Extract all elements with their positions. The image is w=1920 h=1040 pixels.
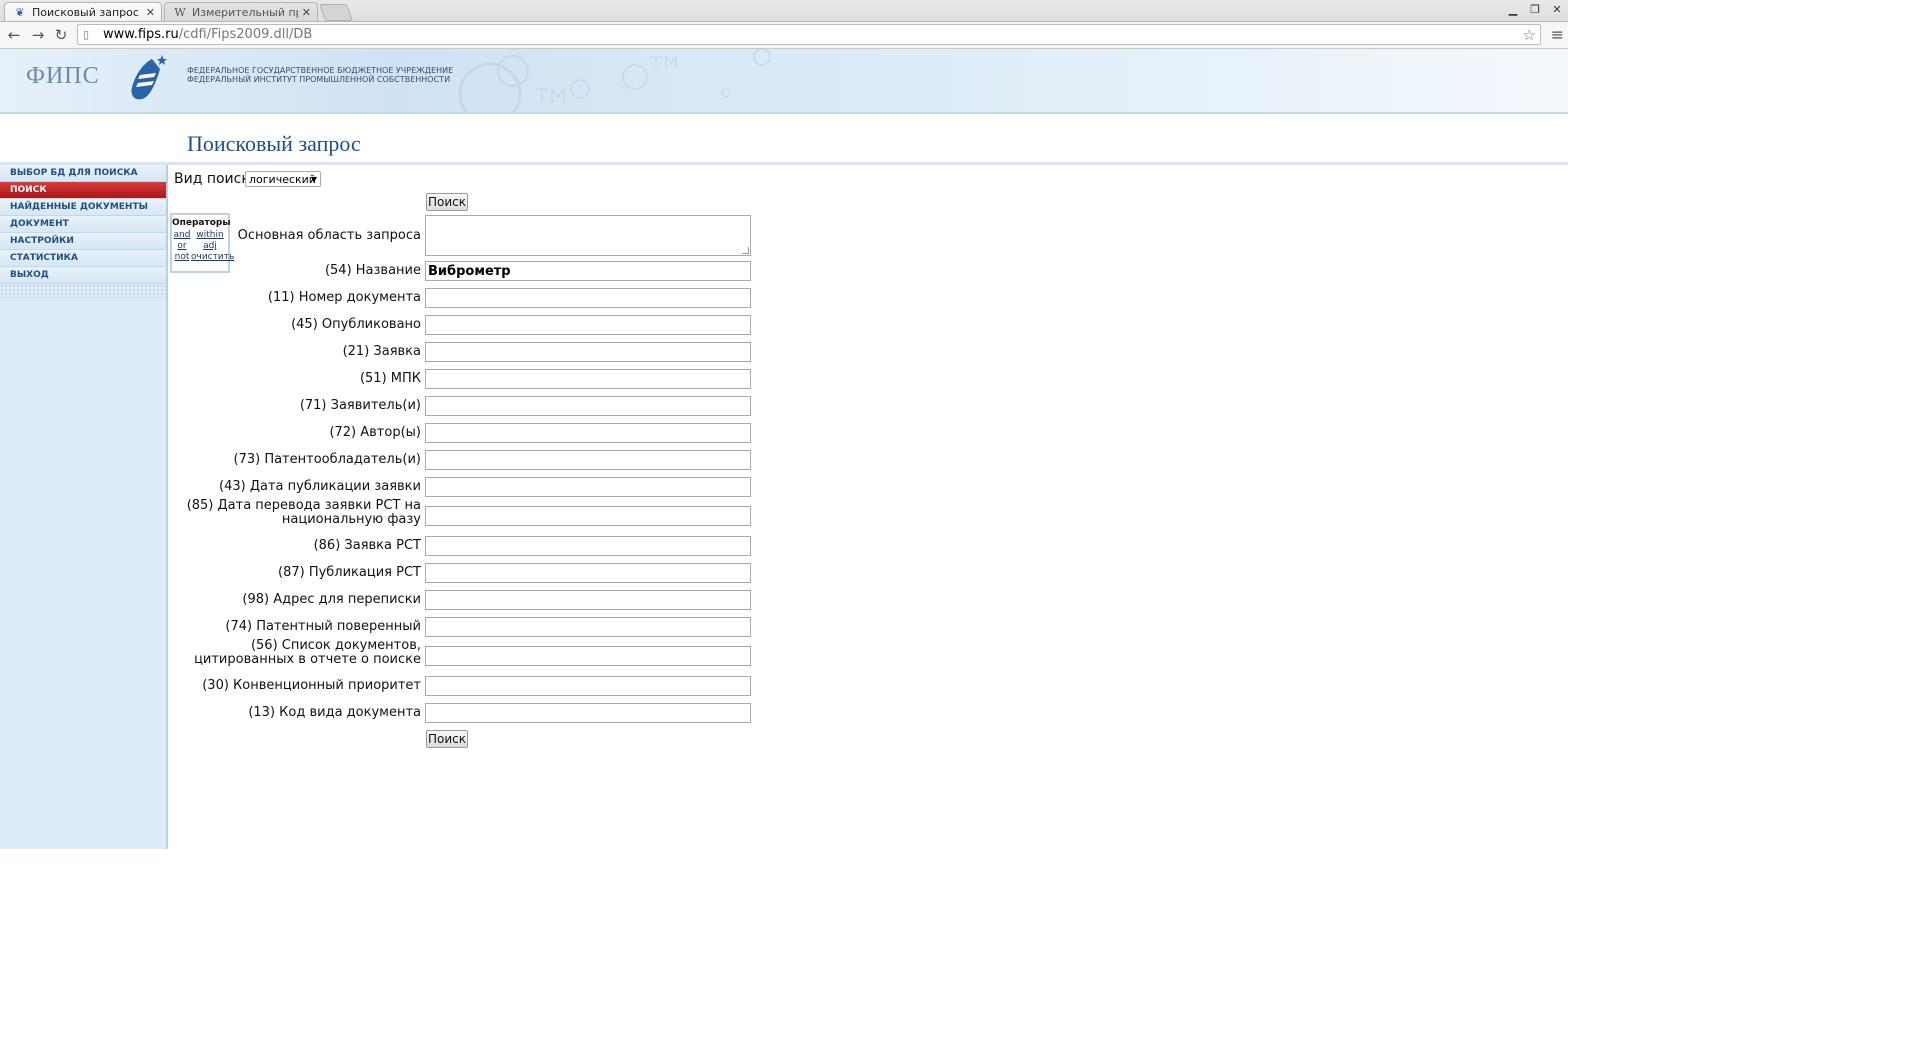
browser-toolbar: ← → ↻ ▯ www.fips.ru /cdfi/Fips2009.dll/D…	[0, 22, 1568, 49]
field-label-patent-owner: (73) Патентообладатель(и)	[233, 452, 422, 467]
page-icon: ▯	[83, 28, 90, 41]
field-label-pct-publication: (87) Публикация PCT	[278, 565, 421, 580]
url-path: /cdfi/Fips2009.dll/DB	[178, 27, 313, 42]
field-input-app-pub-date[interactable]	[425, 477, 751, 497]
dropdown-arrow-icon: ▼	[310, 174, 317, 184]
field-input-pct-application[interactable]	[425, 536, 751, 556]
search-type-select[interactable]: логический ▼	[245, 171, 321, 187]
field-input-convention-priority[interactable]	[425, 676, 751, 696]
tab-title: Измерительный прибор	[192, 5, 298, 19]
field-label-name: (54) Название	[324, 263, 421, 278]
field-label-doc-kind-code: (13) Код вида документа	[248, 705, 421, 720]
sidebar-item-statistics[interactable]: СТАТИСТИКА	[0, 250, 166, 267]
field-label-doc-number: (11) Номер документа	[267, 290, 421, 305]
field-label-application: (21) Заявка	[342, 344, 421, 359]
page-title-bar: Поисковый запрос	[0, 114, 1568, 165]
operator-not[interactable]: not	[173, 252, 191, 262]
field-input-pct-publication[interactable]	[425, 563, 751, 583]
url-host: www.fips.ru	[103, 27, 179, 42]
field-input-name[interactable]: Виброметр	[425, 261, 751, 281]
org-line-1: ФЕДЕРАЛЬНОЕ ГОСУДАРСТВЕННОЕ БЮДЖЕТНОЕ УЧ…	[187, 66, 454, 75]
tab-close-icon[interactable]: ✕	[302, 6, 311, 19]
reload-icon[interactable]: ↻	[51, 25, 71, 45]
org-line-2: ФЕДЕРАЛЬНЫЙ ИНСТИТУТ ПРОМЫШЛЕННОЙ СОБСТВ…	[187, 75, 451, 84]
forward-arrow-icon[interactable]: →	[28, 25, 48, 45]
fips-logo-text: ФИПС	[26, 63, 100, 89]
sidebar-item-select-db[interactable]: ВЫБОР БД ДЛЯ ПОИСКА	[0, 165, 166, 182]
field-label-pct-application: (86) Заявка PCT	[313, 538, 421, 553]
field-input-patent-owner[interactable]	[425, 450, 751, 470]
sidebar-nav: ВЫБОР БД ДЛЯ ПОИСКА ПОИСК НАЙДЕННЫЕ ДОКУ…	[0, 165, 168, 849]
field-input-correspondence-address[interactable]	[425, 590, 751, 610]
field-input-doc-number[interactable]	[425, 288, 751, 308]
field-input-application[interactable]	[425, 342, 751, 362]
field-input-published[interactable]	[425, 315, 751, 335]
sidebar-item-document[interactable]: ДОКУМЕНТ	[0, 216, 166, 233]
sidebar-decoration	[0, 284, 166, 298]
browser-tab-bar: ❦ Поисковый запрос ✕ W Измерительный при…	[0, 0, 1568, 22]
close-window-icon[interactable]: ✕	[1546, 0, 1568, 18]
sidebar-item-found-documents[interactable]: НАЙДЕННЫЕ ДОКУМЕНТЫ	[0, 199, 166, 216]
field-label-pct-national-phase-date: (85) Дата перевода заявки PCT на национа…	[186, 498, 421, 527]
minimize-icon[interactable]: ▁	[1502, 0, 1524, 18]
field-label-ipc: (51) МПК	[359, 371, 421, 386]
search-button-top[interactable]: Поиск	[426, 193, 468, 211]
sidebar-item-settings[interactable]: НАСТРОЙКИ	[0, 233, 166, 250]
back-arrow-icon[interactable]: ←	[4, 25, 24, 45]
operator-clear[interactable]: очистить	[191, 252, 234, 262]
field-input-doc-kind-code[interactable]	[425, 703, 751, 723]
field-input-cited-documents[interactable]	[425, 646, 751, 666]
field-label-author: (72) Автор(ы)	[329, 425, 421, 440]
operators-title: Операторы	[172, 218, 231, 228]
tab-title: Поисковый запрос	[32, 5, 139, 19]
restore-icon[interactable]: ❐	[1524, 0, 1546, 18]
field-input-applicant[interactable]	[425, 396, 751, 416]
tab-wikipedia[interactable]: W Измерительный прибор ✕	[164, 2, 318, 21]
fips-logo-icon	[131, 55, 167, 100]
tab-close-icon[interactable]: ✕	[146, 6, 155, 19]
field-input-author[interactable]	[425, 423, 751, 443]
field-label-applicant: (71) Заявитель(и)	[299, 398, 421, 413]
site-banner: ФИПС ФЕДЕРАЛЬНОЕ ГОСУДАРСТВЕННОЕ БЮДЖЕТН…	[0, 49, 1568, 114]
field-input-patent-attorney[interactable]	[425, 617, 751, 637]
new-tab-button[interactable]	[318, 4, 354, 21]
tab-search-query[interactable]: ❦ Поисковый запрос ✕	[4, 2, 162, 21]
wikipedia-favicon-icon: W	[174, 5, 186, 19]
main-area-label: Основная область запроса	[237, 228, 421, 243]
fips-favicon-icon: ❦	[15, 5, 25, 19]
field-label-convention-priority: (30) Конвенционный приоритет	[202, 678, 421, 693]
field-label-correspondence-address: (98) Адрес для переписки	[242, 592, 421, 607]
search-form: Вид поиска логический ▼ Поиск Операторы …	[170, 165, 1920, 1040]
field-label-cited-documents: (56) Список документов, цитированных в о…	[194, 638, 421, 667]
field-input-pct-national-phase-date[interactable]	[425, 506, 751, 526]
trademark-watermark-icon	[458, 49, 771, 112]
field-label-published: (45) Опубликовано	[291, 317, 421, 332]
page-title: Поисковый запрос	[187, 131, 361, 156]
field-label-app-pub-date: (43) Дата публикации заявки	[219, 479, 421, 494]
menu-icon[interactable]: ≡	[1551, 25, 1564, 44]
main-query-textarea[interactable]	[425, 215, 751, 256]
field-input-ipc[interactable]	[425, 369, 751, 389]
bookmark-star-icon[interactable]: ☆	[1523, 26, 1536, 44]
sidebar-item-exit[interactable]: ВЫХОД	[0, 267, 166, 284]
search-type-value: логический	[249, 172, 316, 186]
organization-name: ФЕДЕРАЛЬНОЕ ГОСУДАРСТВЕННОЕ БЮДЖЕТНОЕ УЧ…	[187, 66, 453, 84]
window-controls: ▁ ❐ ✕	[1502, 0, 1568, 18]
field-label-patent-attorney: (74) Патентный поверенный	[225, 619, 421, 634]
search-button-bottom[interactable]: Поиск	[426, 730, 468, 748]
address-bar[interactable]: ▯ www.fips.ru /cdfi/Fips2009.dll/DB ☆	[77, 24, 1541, 45]
sidebar-item-search[interactable]: ПОИСК	[0, 182, 166, 199]
